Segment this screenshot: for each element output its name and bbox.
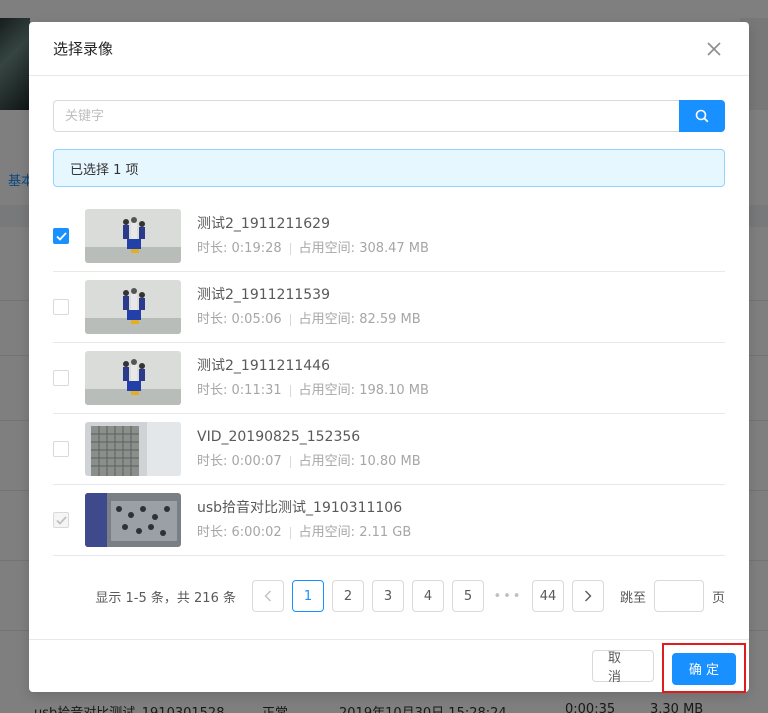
recording-list-item[interactable]: usb拾音对比测试_1910311106 时长: 6:00:02 占用空间: 2.1… bbox=[53, 485, 725, 556]
jump-label: 跳至 bbox=[619, 590, 646, 606]
jump-suffix: 页 bbox=[711, 590, 725, 606]
check-icon bbox=[55, 515, 67, 525]
page-button-2[interactable]: 2 bbox=[331, 580, 364, 612]
recording-duration: 0:05:06 bbox=[231, 312, 282, 327]
search-icon bbox=[695, 109, 709, 123]
recording-list-item[interactable]: 测试2_1911211629 时长: 0:19:28 占用空间: 308.47 MB bbox=[53, 201, 725, 272]
recording-checkbox[interactable] bbox=[53, 370, 69, 386]
duration-label: 时长: bbox=[197, 312, 228, 327]
page-button-1[interactable]: 1 bbox=[291, 580, 324, 612]
modal-title: 选择录像 bbox=[53, 40, 114, 58]
close-button[interactable] bbox=[703, 38, 725, 60]
recording-space: 10.80 MB bbox=[359, 454, 421, 469]
recording-meta: 时长: 6:00:02 占用空间: 2.11 GB bbox=[197, 524, 411, 542]
recording-space: 198.10 MB bbox=[359, 383, 429, 398]
search-button[interactable] bbox=[679, 100, 725, 132]
recording-duration: 0:00:07 bbox=[231, 454, 282, 469]
select-recording-modal: 选择录像 已选择 1 项 测试2_1911211629 时长: 0:19:28 占用… bbox=[29, 22, 749, 693]
recording-space: 308.47 MB bbox=[359, 241, 429, 256]
duration-label: 时长: bbox=[197, 454, 228, 469]
recording-duration: 6:00:02 bbox=[231, 525, 282, 540]
space-label: 占用空间: bbox=[298, 454, 356, 469]
check-icon bbox=[55, 231, 67, 241]
recording-checkbox[interactable] bbox=[53, 299, 69, 315]
prev-page-button[interactable] bbox=[251, 580, 284, 612]
space-label: 占用空间: bbox=[298, 241, 356, 256]
search-bar bbox=[53, 100, 725, 132]
meta-divider bbox=[289, 243, 291, 255]
recording-checkbox[interactable] bbox=[53, 228, 69, 244]
recording-info: 测试2_1911211446 时长: 0:11:31 占用空间: 198.10 MB bbox=[197, 356, 429, 400]
pagination-total: 显示 1-5 条，共 216 条 bbox=[95, 590, 236, 606]
meta-divider bbox=[289, 456, 291, 468]
recording-thumbnail bbox=[85, 493, 181, 547]
ok-button[interactable]: 确 定 bbox=[672, 652, 736, 685]
space-label: 占用空间: bbox=[298, 312, 356, 327]
duration-label: 时长: bbox=[197, 525, 228, 540]
page-button-3[interactable]: 3 bbox=[371, 580, 404, 612]
page-ellipsis[interactable]: ••• bbox=[491, 580, 524, 612]
recording-meta: 时长: 0:19:28 占用空间: 308.47 MB bbox=[197, 240, 429, 258]
recording-name: usb拾音对比测试_1910311106 bbox=[197, 500, 403, 516]
selection-info-text: 已选择 1 项 bbox=[70, 162, 139, 178]
next-page-button[interactable] bbox=[571, 580, 604, 612]
recording-thumbnail bbox=[85, 351, 181, 405]
space-label: 占用空间: bbox=[298, 383, 356, 398]
pagination: 显示 1-5 条，共 216 条 1 2 3 4 5 ••• 44 跳至 页 bbox=[53, 580, 725, 612]
recording-list: 测试2_1911211629 时长: 0:19:28 占用空间: 308.47 MB… bbox=[53, 201, 725, 556]
recording-thumbnail bbox=[85, 280, 181, 334]
duration-label: 时长: bbox=[197, 383, 228, 398]
recording-list-item[interactable]: VID_20190825_152356 时长: 0:00:07 占用空间: 10.8… bbox=[53, 414, 725, 485]
selection-info-alert: 已选择 1 项 bbox=[53, 149, 725, 187]
recording-name: 测试2_1911211539 bbox=[197, 287, 330, 303]
recording-list-item[interactable]: 测试2_1911211446 时长: 0:11:31 占用空间: 198.10 MB bbox=[53, 343, 725, 414]
meta-divider bbox=[289, 385, 291, 397]
recording-space: 82.59 MB bbox=[359, 312, 421, 327]
modal-header: 选择录像 bbox=[29, 22, 749, 76]
recording-name: 测试2_1911211446 bbox=[197, 358, 330, 374]
search-input[interactable] bbox=[53, 100, 679, 132]
page-button-5[interactable]: 5 bbox=[451, 580, 484, 612]
recording-info: 测试2_1911211629 时长: 0:19:28 占用空间: 308.47 MB bbox=[197, 214, 429, 258]
chevron-right-icon bbox=[584, 590, 592, 602]
recording-checkbox[interactable] bbox=[53, 441, 69, 457]
modal-footer: 取 消 确 定 bbox=[29, 639, 749, 693]
chevron-left-icon bbox=[264, 590, 271, 602]
recording-info: usb拾音对比测试_1910311106 时长: 6:00:02 占用空间: 2.1… bbox=[197, 498, 411, 542]
cancel-button[interactable]: 取 消 bbox=[592, 650, 654, 685]
recording-info: 测试2_1911211539 时长: 0:05:06 占用空间: 82.59 MB bbox=[197, 285, 421, 329]
recording-meta: 时长: 0:00:07 占用空间: 10.80 MB bbox=[197, 453, 421, 471]
recording-checkbox bbox=[53, 512, 69, 528]
recording-duration: 0:19:28 bbox=[231, 241, 282, 256]
recording-name: VID_20190825_152356 bbox=[197, 429, 361, 445]
recording-duration: 0:11:31 bbox=[231, 383, 282, 398]
space-label: 占用空间: bbox=[298, 525, 356, 540]
recording-info: VID_20190825_152356 时长: 0:00:07 占用空间: 10.8… bbox=[197, 427, 421, 471]
jump-page-input[interactable] bbox=[653, 580, 704, 612]
recording-thumbnail bbox=[85, 422, 181, 476]
recording-space: 2.11 GB bbox=[359, 525, 412, 540]
recording-meta: 时长: 0:11:31 占用空间: 198.10 MB bbox=[197, 382, 429, 400]
meta-divider bbox=[289, 527, 291, 539]
recording-name: 测试2_1911211629 bbox=[197, 216, 330, 232]
modal-body: 已选择 1 项 测试2_1911211629 时长: 0:19:28 占用空间: 3… bbox=[29, 76, 749, 612]
page-button-last[interactable]: 44 bbox=[531, 580, 564, 612]
recording-thumbnail bbox=[85, 209, 181, 263]
close-icon bbox=[707, 41, 721, 56]
recording-meta: 时长: 0:05:06 占用空间: 82.59 MB bbox=[197, 311, 421, 329]
duration-label: 时长: bbox=[197, 241, 228, 256]
recording-list-item[interactable]: 测试2_1911211539 时长: 0:05:06 占用空间: 82.59 MB bbox=[53, 272, 725, 343]
ok-button-highlight: 确 定 bbox=[662, 642, 746, 693]
page-button-4[interactable]: 4 bbox=[411, 580, 444, 612]
meta-divider bbox=[289, 314, 291, 326]
